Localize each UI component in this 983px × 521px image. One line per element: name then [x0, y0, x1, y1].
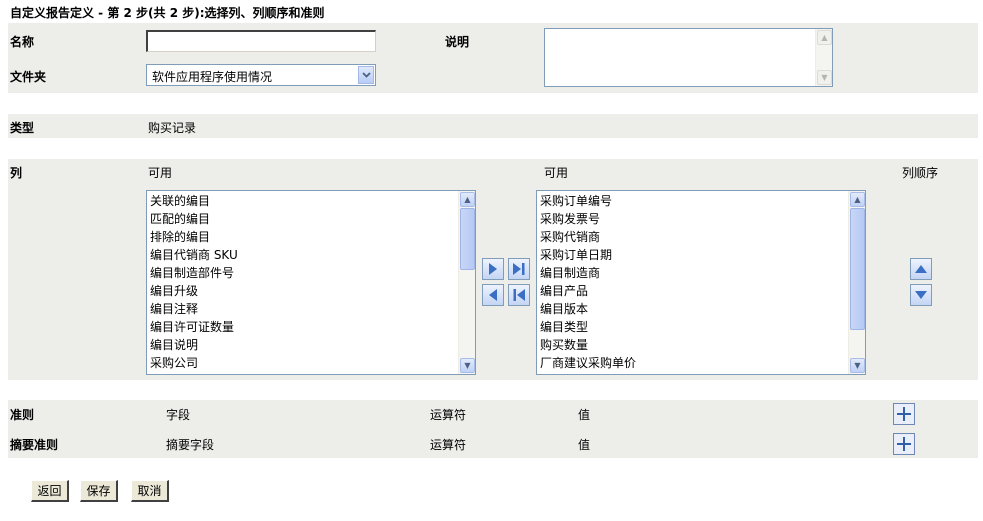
- arrow-left-icon: [489, 289, 497, 301]
- scroll-down-icon[interactable]: ▼: [817, 70, 832, 85]
- add-criteria-button[interactable]: [893, 403, 915, 425]
- arrow-left-end-icon: [513, 289, 525, 301]
- list-item[interactable]: 采购代销商: [540, 228, 865, 246]
- scroll-down-icon[interactable]: ▼: [850, 358, 865, 373]
- move-down-button[interactable]: [910, 284, 932, 306]
- page-title: 自定义报告定义 - 第 2 步(共 2 步):选择列、列顺序和准则: [10, 6, 325, 20]
- remove-all-button[interactable]: [508, 284, 530, 306]
- summary-criteria-label: 摘要准则: [10, 438, 59, 452]
- name-input[interactable]: [146, 30, 376, 52]
- move-up-button[interactable]: [910, 258, 932, 280]
- description-scrollbar[interactable]: ▲ ▼: [815, 29, 832, 86]
- summary-operator-header: 运算符: [430, 438, 467, 452]
- criteria-value-header: 值: [578, 408, 591, 422]
- add-all-button[interactable]: [508, 258, 530, 280]
- columns-label: 列: [10, 166, 23, 180]
- remove-selected-button[interactable]: [482, 284, 504, 306]
- scroll-thumb[interactable]: [850, 208, 865, 330]
- list-item[interactable]: 编目注释: [150, 300, 475, 318]
- list-item[interactable]: 编目产品: [540, 282, 865, 300]
- scroll-down-icon[interactable]: ▼: [460, 358, 475, 373]
- list-item[interactable]: 关联的编目: [150, 192, 475, 210]
- list-item[interactable]: 编目升级: [150, 282, 475, 300]
- scroll-thumb[interactable]: [460, 208, 475, 270]
- summary-value-header: 值: [578, 438, 591, 452]
- plus-icon: [897, 407, 911, 421]
- selected-header: 可用: [544, 166, 569, 180]
- type-value: 购买记录: [148, 121, 197, 135]
- list-item[interactable]: 编目版本: [540, 300, 865, 318]
- summary-field-header: 摘要字段: [166, 438, 215, 452]
- back-button[interactable]: 返回: [31, 480, 69, 502]
- list-item[interactable]: 编目代销商 SKU: [150, 246, 475, 264]
- list-item[interactable]: 排除的编目: [150, 228, 475, 246]
- list-item[interactable]: 采购订单日期: [540, 246, 865, 264]
- list-item[interactable]: 厂商建议采购单价: [540, 354, 865, 372]
- list-item[interactable]: 匹配的编目: [150, 210, 475, 228]
- list-item[interactable]: 采购公司: [150, 354, 475, 372]
- available-list-scrollbar[interactable]: ▲ ▼: [458, 191, 475, 374]
- list-item[interactable]: 购买数量: [540, 336, 865, 354]
- add-summary-criteria-button[interactable]: [893, 433, 915, 455]
- scroll-up-icon[interactable]: ▲: [850, 192, 865, 207]
- arrow-right-icon: [489, 263, 497, 275]
- criteria-field-header: 字段: [166, 408, 191, 422]
- available-columns-list[interactable]: 关联的编目 匹配的编目 排除的编目 编目代销商 SKU 编目制造部件号 编目升级…: [146, 190, 476, 375]
- description-label: 说明: [445, 35, 470, 49]
- arrow-right-end-icon: [513, 263, 525, 275]
- list-item[interactable]: 编目制造商: [540, 264, 865, 282]
- save-button[interactable]: 保存: [80, 480, 118, 502]
- criteria-label: 准则: [10, 408, 35, 422]
- selected-columns-list[interactable]: 采购订单编号 采购发票号 采购代销商 采购订单日期 编目制造商 编目产品 编目版…: [536, 190, 866, 375]
- list-item[interactable]: 编目类型: [540, 318, 865, 336]
- list-item[interactable]: 采购发票号: [540, 210, 865, 228]
- triangle-up-icon: [915, 265, 927, 273]
- selected-list-scrollbar[interactable]: ▲ ▼: [848, 191, 865, 374]
- scroll-up-icon[interactable]: ▲: [817, 30, 832, 45]
- folder-select[interactable]: 软件应用程序使用情况: [146, 64, 376, 86]
- list-item[interactable]: 编目许可证数量: [150, 318, 475, 336]
- chevron-down-icon[interactable]: [358, 66, 374, 84]
- list-item[interactable]: 编目制造部件号: [150, 264, 475, 282]
- name-label: 名称: [10, 35, 35, 49]
- column-order-header: 列顺序: [902, 166, 939, 180]
- plus-icon: [897, 437, 911, 451]
- scroll-up-icon[interactable]: ▲: [460, 192, 475, 207]
- list-item[interactable]: 编目说明: [150, 336, 475, 354]
- available-header: 可用: [148, 166, 173, 180]
- criteria-section: [8, 400, 978, 458]
- description-textarea[interactable]: ▲ ▼: [544, 28, 833, 87]
- triangle-down-icon: [915, 291, 927, 299]
- cancel-button[interactable]: 取消: [131, 480, 169, 502]
- criteria-operator-header: 运算符: [430, 408, 467, 422]
- type-label: 类型: [10, 121, 35, 135]
- folder-label: 文件夹: [10, 70, 47, 84]
- list-item[interactable]: 采购订单编号: [540, 192, 865, 210]
- add-selected-button[interactable]: [482, 258, 504, 280]
